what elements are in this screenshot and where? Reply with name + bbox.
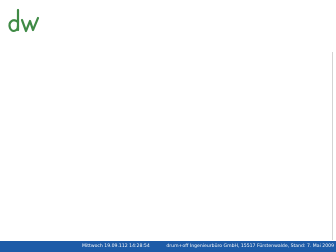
scrollbar-track[interactable]	[332, 52, 333, 240]
footer-company-info: drum+off Ingenieurbüro GmbH, 15517 Fürst…	[166, 244, 334, 249]
footer-date: Mittwoch 19.09.112 14:28:54	[82, 244, 150, 249]
status-footer: Mittwoch 19.09.112 14:28:54 drum+off Ing…	[0, 241, 336, 252]
dw-logo-icon[interactable]	[6, 6, 42, 34]
page: Mittwoch 19.09.112 14:28:54 drum+off Ing…	[0, 0, 336, 252]
